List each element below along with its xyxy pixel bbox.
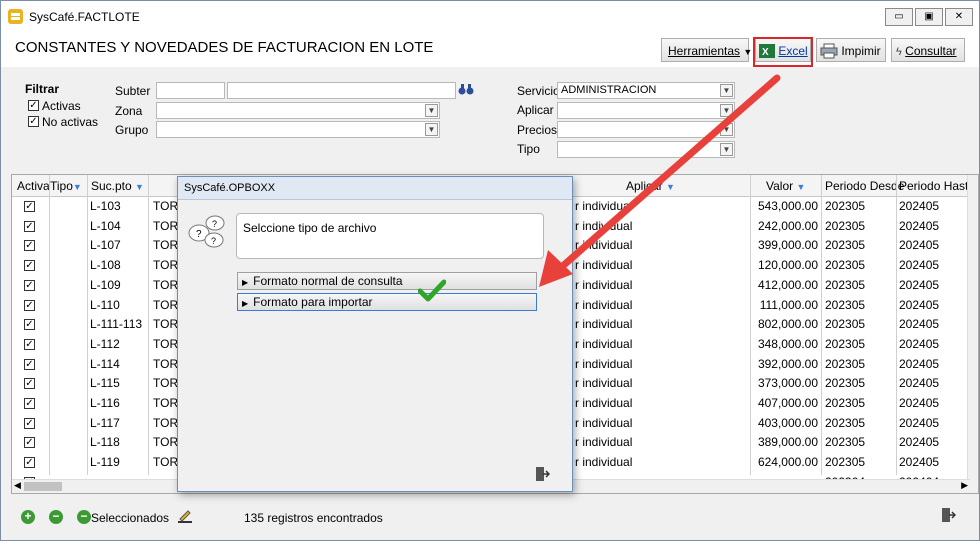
main-window: SysCafé.FACTLOTE ▭ ▣ ✕ CONSTANTES Y NOVE… — [0, 0, 980, 541]
red-arrow-annotation — [539, 74, 781, 287]
